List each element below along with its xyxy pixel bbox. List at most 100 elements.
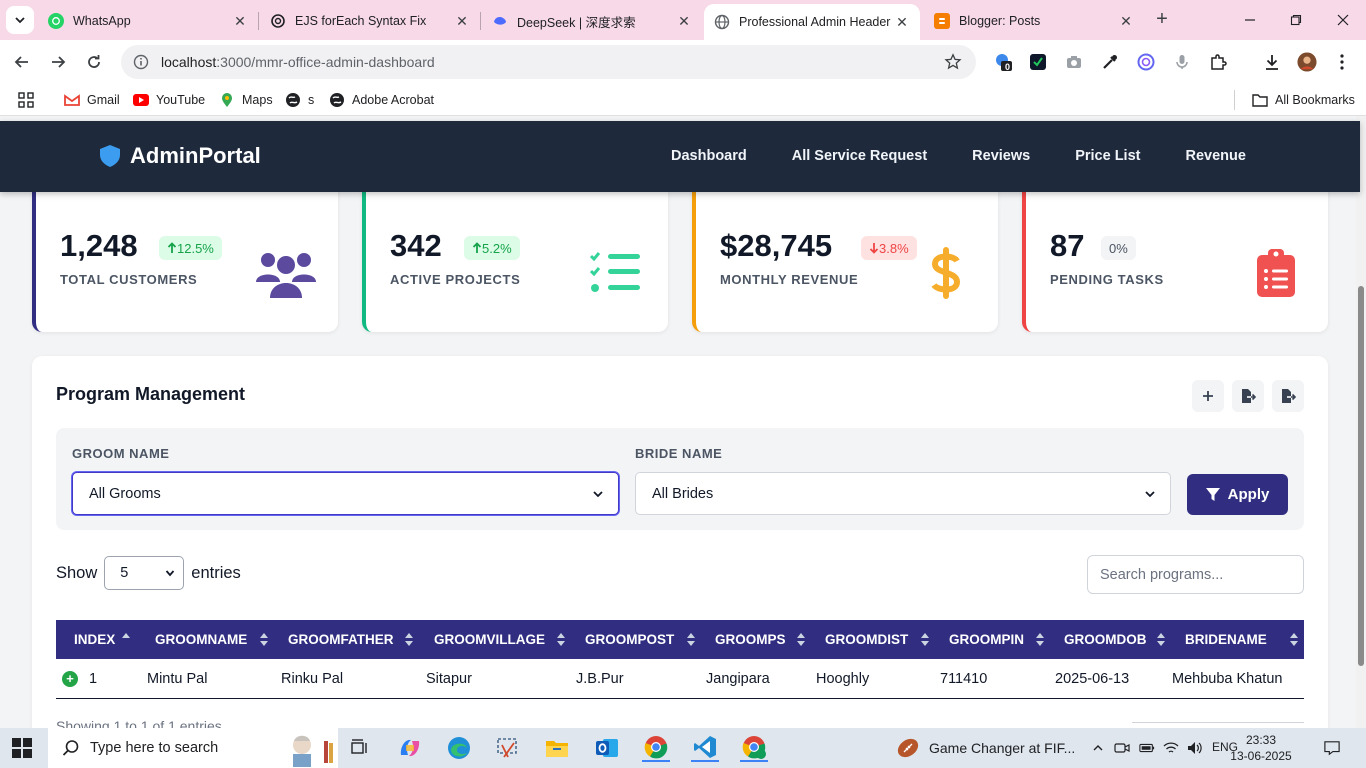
extension-grammar-icon[interactable] <box>1028 52 1048 72</box>
column-header-groomfather[interactable]: GROOMFATHER <box>274 620 419 659</box>
column-header-groomdob[interactable]: GROOMDOB <box>1050 620 1171 659</box>
address-bar[interactable]: localhost:3000/mmr-office-admin-dashboar… <box>121 45 976 79</box>
copilot-icon[interactable] <box>396 734 424 762</box>
news-widget[interactable]: Game Changer at FIF... <box>896 736 1075 760</box>
bookmark-youtube[interactable]: YouTube <box>133 91 205 109</box>
bride-name-select[interactable]: All Brides <box>635 472 1171 515</box>
chrome-profile-icon[interactable] <box>740 734 768 762</box>
close-icon[interactable]: ✕ <box>454 13 470 29</box>
eyedropper-icon[interactable] <box>1100 52 1120 72</box>
notifications-icon[interactable] <box>1324 740 1340 756</box>
close-icon[interactable]: ✕ <box>1118 13 1134 29</box>
volume-icon[interactable] <box>1187 740 1203 756</box>
tab-whatsapp[interactable]: WhatsApp ✕ <box>38 6 258 36</box>
task-view-icon[interactable] <box>346 734 374 762</box>
battery-icon[interactable] <box>1139 740 1155 756</box>
tab-ejs-foreach[interactable]: EJS forEach Syntax Fix ✕ <box>260 6 480 36</box>
column-header-groomname[interactable]: GROOMNAME <box>140 620 274 659</box>
chevron-up-icon[interactable] <box>1090 740 1106 756</box>
tab-professional-admin-header[interactable]: Professional Admin Header ✕ <box>704 4 920 40</box>
sort-icon <box>1036 633 1044 646</box>
snipping-tool-icon[interactable] <box>494 734 522 762</box>
close-window-button[interactable] <box>1331 8 1355 32</box>
scrollbar-thumb[interactable] <box>1358 286 1364 666</box>
windows-start-icon[interactable] <box>12 738 32 758</box>
folder-icon <box>1252 92 1268 108</box>
forward-button[interactable] <box>46 50 70 74</box>
tab-blogger[interactable]: Blogger: Posts ✕ <box>924 6 1144 36</box>
close-icon[interactable]: ✕ <box>894 14 910 30</box>
bookmark-adobe-acrobat[interactable]: Adobe Acrobat <box>329 91 434 109</box>
microphone-icon[interactable] <box>1172 52 1192 72</box>
bookmark-label: s <box>308 93 315 107</box>
bookmark-star-icon[interactable] <box>944 53 962 71</box>
column-header-bridename[interactable]: BRIDENAME <box>1171 620 1304 659</box>
nav-all-service-request[interactable]: All Service Request <box>792 148 927 164</box>
taskbar-search[interactable]: Type here to search <box>48 728 338 768</box>
bookmark-gmail[interactable]: Gmail <box>64 91 120 109</box>
brand-logo[interactable]: AdminPortal <box>100 143 261 169</box>
file-explorer-icon[interactable] <box>543 734 571 762</box>
stat-label: TOTAL CUSTOMERS <box>60 272 198 287</box>
column-header-groomdist[interactable]: GROOMDIST <box>811 620 935 659</box>
profile-avatar[interactable] <box>1297 52 1317 72</box>
add-program-button[interactable] <box>1192 380 1224 412</box>
entries-label: entries <box>191 563 241 582</box>
back-button[interactable] <box>10 50 34 74</box>
download-icon[interactable] <box>1262 52 1282 72</box>
select-value: All Brides <box>652 485 714 502</box>
outlook-icon[interactable] <box>593 734 621 762</box>
groom-name-select[interactable]: All Grooms <box>72 472 619 515</box>
arrow-right-icon <box>52 56 66 68</box>
new-tab-button[interactable]: + <box>1151 8 1173 30</box>
restore-button[interactable] <box>1284 8 1308 32</box>
table-info: Showing 1 to 1 of 1 entries <box>56 718 222 728</box>
column-header-groomvillage[interactable]: GROOMVILLAGE <box>419 620 571 659</box>
globe-icon <box>329 92 345 108</box>
expand-row-icon[interactable]: + <box>62 670 78 687</box>
search-programs-input[interactable]: Search programs... <box>1087 555 1304 594</box>
tab-deepseek[interactable]: DeepSeek | 深度求索 ✕ <box>482 6 702 36</box>
sort-icon <box>921 633 929 646</box>
column-header-groompost[interactable]: GROOMPOST <box>571 620 701 659</box>
nav-price-list[interactable]: Price List <box>1075 148 1140 164</box>
tab-search-button[interactable] <box>6 6 34 34</box>
close-icon[interactable]: ✕ <box>232 13 248 29</box>
vscode-icon[interactable] <box>691 734 719 762</box>
column-header-groompin[interactable]: GROOMPIN <box>935 620 1050 659</box>
wifi-icon[interactable] <box>1163 740 1179 756</box>
all-bookmarks[interactable]: All Bookmarks <box>1252 91 1355 109</box>
bookmark-maps[interactable]: Maps <box>219 91 273 109</box>
kebab-menu-icon[interactable] <box>1332 52 1352 72</box>
dollar-icon <box>916 246 976 300</box>
extensions-puzzle-icon[interactable] <box>1208 52 1228 72</box>
export-button[interactable] <box>1232 380 1264 412</box>
entries-per-page-select[interactable]: 5 <box>104 556 185 590</box>
chrome-icon[interactable] <box>642 734 670 762</box>
minimize-button[interactable] <box>1238 8 1262 32</box>
extension-circle-icon[interactable] <box>1136 52 1156 72</box>
edge-icon[interactable] <box>445 734 473 762</box>
table-row[interactable]: + 1 Mintu Pal Rinku Pal Sitapur J.B.Pur … <box>56 659 1304 699</box>
apply-filter-button[interactable]: Apply <box>1187 474 1288 515</box>
clock[interactable]: 23:33 13-06-2025 <box>1230 732 1292 764</box>
site-info-icon[interactable] <box>133 54 149 70</box>
nav-reviews[interactable]: Reviews <box>972 148 1030 164</box>
camera-icon[interactable] <box>1064 52 1084 72</box>
apps-grid-icon[interactable] <box>18 91 34 109</box>
nav-revenue[interactable]: Revenue <box>1185 148 1245 164</box>
extension-sync-icon[interactable]: 0 <box>993 52 1013 72</box>
meet-now-icon[interactable] <box>1114 740 1130 756</box>
reload-icon <box>88 55 100 68</box>
reload-button[interactable] <box>82 50 106 74</box>
pagination[interactable] <box>1132 722 1304 723</box>
stat-change-badge: 12.5% <box>159 236 222 260</box>
export-excel-button[interactable] <box>1272 380 1304 412</box>
column-header-index[interactable]: INDEX <box>56 620 140 659</box>
bookmark-s[interactable]: s <box>285 91 314 109</box>
close-icon[interactable]: ✕ <box>676 13 692 29</box>
page-scrollbar[interactable] <box>1356 116 1366 728</box>
column-header-groomps[interactable]: GROOMPS <box>701 620 811 659</box>
nav-dashboard[interactable]: Dashboard <box>671 148 747 164</box>
stat-change-value: 5.2% <box>482 240 512 256</box>
